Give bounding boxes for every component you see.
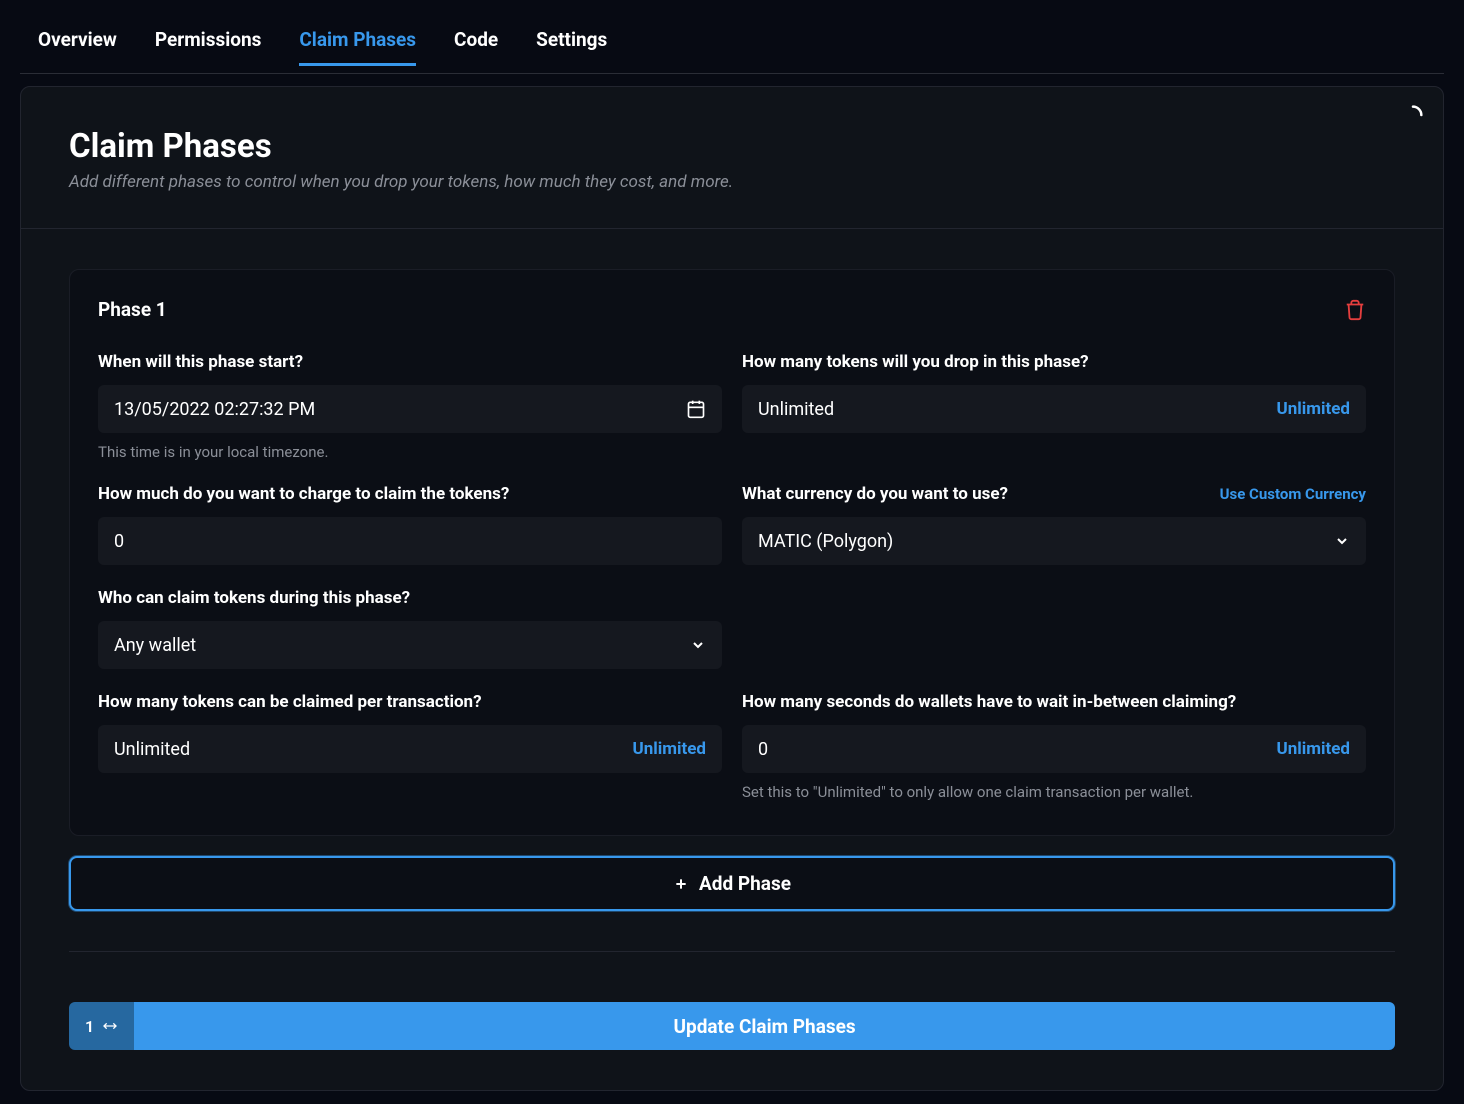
phase-card: Phase 1 When will this phase start? 13/0… (69, 269, 1395, 836)
wait-label: How many seconds do wallets have to wait… (742, 692, 1236, 712)
loading-spinner-icon (1403, 105, 1423, 125)
plus-icon (673, 876, 689, 892)
add-phase-button[interactable]: Add Phase (69, 856, 1395, 911)
field-charge: How much do you want to charge to claim … (98, 483, 722, 565)
tab-settings[interactable]: Settings (536, 28, 607, 65)
calendar-icon (686, 399, 706, 419)
per-tx-label: How many tokens can be claimed per trans… (98, 692, 482, 712)
panel-body: Phase 1 When will this phase start? 13/0… (21, 229, 1443, 1090)
phase-count-badge: 1 (69, 1002, 134, 1050)
custom-currency-link[interactable]: Use Custom Currency (1220, 485, 1366, 503)
start-time-help: This time is in your local timezone. (98, 443, 722, 461)
start-time-value: 13/05/2022 02:27:32 PM (114, 399, 315, 420)
start-time-label: When will this phase start? (98, 352, 303, 372)
add-phase-label: Add Phase (699, 872, 791, 895)
field-drop-amount: How many tokens will you drop in this ph… (742, 351, 1366, 461)
main-panel: Claim Phases Add different phases to con… (20, 86, 1444, 1091)
form-grid: When will this phase start? 13/05/2022 0… (98, 351, 1366, 801)
panel-header: Claim Phases Add different phases to con… (21, 87, 1443, 229)
tab-claim-phases[interactable]: Claim Phases (299, 28, 416, 66)
tab-code[interactable]: Code (454, 28, 498, 65)
currency-select[interactable]: MATIC (Polygon) (742, 517, 1366, 565)
footer-bar: 1 Update Claim Phases (69, 951, 1395, 1050)
phase-header: Phase 1 (98, 298, 1366, 321)
phase-title: Phase 1 (98, 298, 167, 321)
field-wait: How many seconds do wallets have to wait… (742, 691, 1366, 801)
per-tx-input[interactable] (98, 725, 722, 773)
field-currency: What currency do you want to use? Use Cu… (742, 483, 1366, 565)
page-title: Claim Phases (69, 127, 1395, 166)
swap-icon (102, 1018, 118, 1034)
phase-count-value: 1 (85, 1017, 94, 1036)
delete-phase-button[interactable] (1344, 299, 1366, 321)
drop-amount-input[interactable] (742, 385, 1366, 433)
charge-input[interactable] (98, 517, 722, 565)
tab-permissions[interactable]: Permissions (155, 28, 262, 65)
per-tx-unlimited-link[interactable]: Unlimited (633, 739, 706, 759)
nav-tabs: Overview Permissions Claim Phases Code S… (20, 20, 1444, 74)
wait-input[interactable] (742, 725, 1366, 773)
tab-overview[interactable]: Overview (38, 28, 117, 65)
drop-amount-label: How many tokens will you drop in this ph… (742, 352, 1089, 372)
field-start-time: When will this phase start? 13/05/2022 0… (98, 351, 722, 461)
page-subtitle: Add different phases to control when you… (69, 172, 1395, 192)
trash-icon (1344, 299, 1366, 321)
who-select[interactable]: Any wallet (98, 621, 722, 669)
currency-label: What currency do you want to use? (742, 484, 1008, 504)
wait-help: Set this to "Unlimited" to only allow on… (742, 783, 1366, 801)
update-phases-button[interactable]: Update Claim Phases (134, 1002, 1395, 1050)
chevron-down-icon (690, 637, 706, 653)
who-label: Who can claim tokens during this phase? (98, 588, 410, 608)
start-time-input[interactable]: 13/05/2022 02:27:32 PM (98, 385, 722, 433)
who-value: Any wallet (114, 635, 196, 656)
wait-unlimited-link[interactable]: Unlimited (1277, 739, 1350, 759)
currency-value: MATIC (Polygon) (758, 531, 893, 552)
charge-label: How much do you want to charge to claim … (98, 484, 509, 504)
drop-unlimited-link[interactable]: Unlimited (1277, 399, 1350, 419)
field-who: Who can claim tokens during this phase? … (98, 587, 722, 669)
chevron-down-icon (1334, 533, 1350, 549)
field-per-tx: How many tokens can be claimed per trans… (98, 691, 722, 801)
